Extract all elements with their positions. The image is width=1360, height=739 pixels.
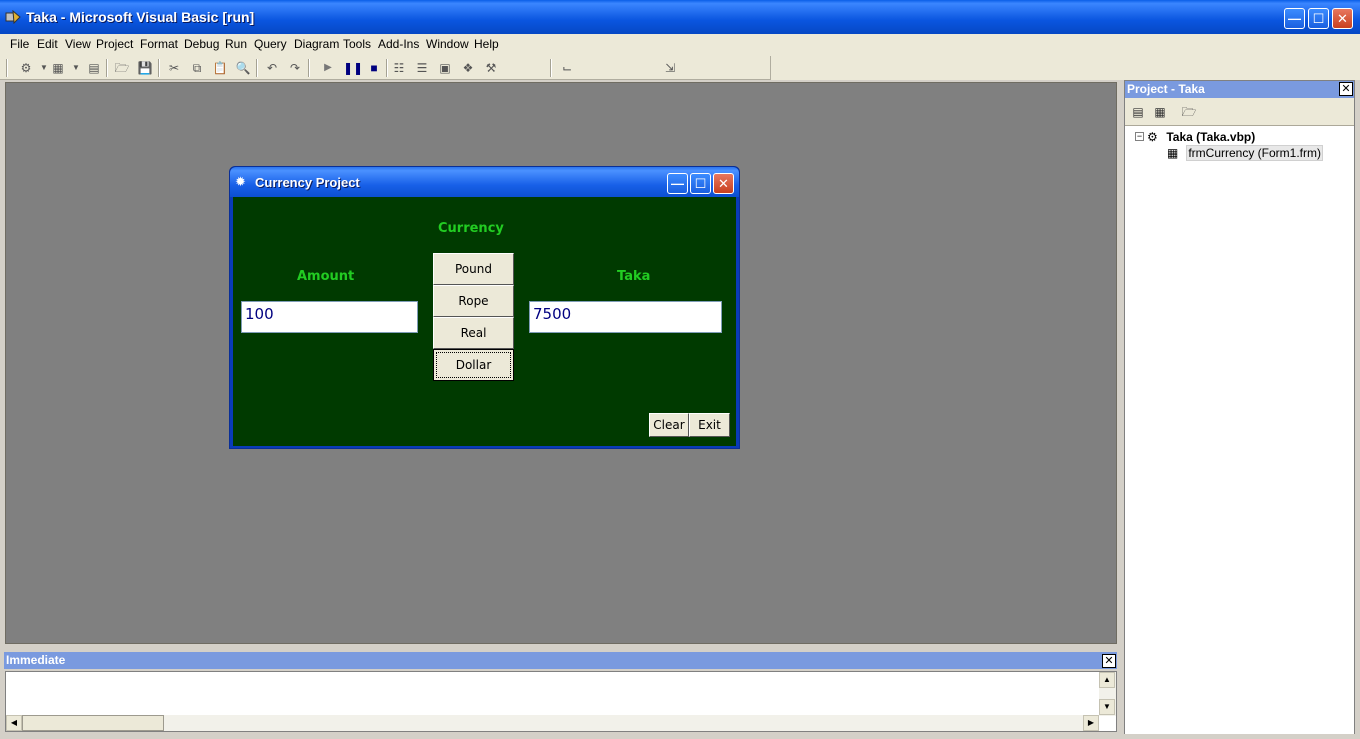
break-icon[interactable]: ❚❚ [343,60,363,76]
scroll-left-icon[interactable]: ◀ [6,715,22,731]
vb-app-icon[interactable] [5,10,21,24]
form-layout-icon[interactable]: ▣ [437,60,453,76]
immediate-vertical-scrollbar[interactable]: ▲ ▼ [1099,672,1116,716]
menu-project[interactable]: Project [96,37,133,51]
view-code-icon[interactable]: ▤ [1130,104,1146,120]
standard-toolbar: ⚙ ▼ ▦ ▼ ▤ 🗁 💾 ✂ ⧉ 📋 🔍 ↶ ↷ ▶ ❚❚ ■ ☷ ☰ ▣ ❖… [0,56,770,80]
view-object-icon[interactable]: ▦ [1152,104,1168,120]
form-icon: ▦ [1167,146,1179,160]
form-title-bar[interactable]: ✹ Currency Project — ☐ ✕ [230,167,739,197]
window-title: Taka - Microsoft Visual Basic [run] [26,9,255,25]
toolbar-separator [550,59,552,77]
menu-format[interactable]: Format [140,37,178,51]
dollar-button-label: Dollar [436,352,511,378]
menu-bar: File Edit View Project Format Debug Run … [0,34,1360,56]
form-minimize-button[interactable]: — [667,173,688,194]
scrollbar-thumb[interactable] [22,715,164,731]
amount-input[interactable]: 100 [241,301,418,333]
project-panel-close-icon[interactable]: ✕ [1339,82,1353,96]
menu-file[interactable]: File [10,37,29,51]
immediate-close-icon[interactable]: ✕ [1102,654,1116,668]
pound-button[interactable]: Pound [433,253,514,285]
redo-icon[interactable]: ↷ [287,60,303,76]
tree-collapse-icon[interactable]: − [1135,132,1144,141]
add-project-icon[interactable]: ⚙ [18,60,34,76]
scroll-down-icon[interactable]: ▼ [1099,699,1115,715]
menu-editor-icon[interactable]: ▤ [86,60,102,76]
real-button[interactable]: Real [433,317,514,349]
project-icon: ⚙ [1147,130,1158,144]
dropdown-arrow-icon[interactable]: ▼ [68,60,84,76]
taka-label: Taka [617,269,651,284]
clear-button[interactable]: Clear [649,413,689,437]
properties-window-icon[interactable]: ☰ [414,60,430,76]
copy-icon[interactable]: ⧉ [189,60,205,76]
form-client-area: Currency Amount Taka 100 7500 Pound Rope… [233,197,736,446]
rope-button[interactable]: Rope [433,285,514,317]
position-icon: ⌙ [561,61,573,75]
toolbox-icon[interactable]: ⚒ [483,60,499,76]
paste-icon[interactable]: 📋 [212,60,228,76]
toolbar-separator [308,59,310,77]
tree-project-root[interactable]: ⚙ Taka (Taka.vbp) [1147,130,1255,144]
amount-label: Amount [297,269,355,284]
project-panel-toolbar: ▤ ▦ 🗁 [1125,98,1354,126]
end-icon[interactable]: ■ [366,60,382,76]
object-browser-icon[interactable]: ❖ [460,60,476,76]
tree-project-root-label: Taka (Taka.vbp) [1166,130,1256,144]
maximize-button[interactable]: ☐ [1308,8,1329,29]
project-explorer-icon[interactable]: ☷ [391,60,407,76]
menu-diagram[interactable]: Diagram [294,37,339,51]
tree-form-item-label: frmCurrency (Form1.frm) [1186,145,1324,161]
toolbar-grip[interactable] [6,59,8,77]
menu-edit[interactable]: Edit [37,37,58,51]
menu-debug[interactable]: Debug [184,37,219,51]
dollar-button[interactable]: Dollar [433,349,514,381]
start-icon[interactable]: ▶ [320,60,336,76]
tree-form-item[interactable]: ▦ frmCurrency (Form1.frm) [1167,145,1324,161]
immediate-horizontal-scrollbar[interactable]: ◀ ▶ [6,715,1099,731]
menu-tools[interactable]: Tools [343,37,371,51]
toolbar-empty-area [770,56,1360,80]
scroll-up-icon[interactable]: ▲ [1099,672,1115,688]
menu-query[interactable]: Query [254,37,287,51]
size-icon: ⇲ [664,61,676,75]
toolbar-separator [158,59,160,77]
open-folder-icon[interactable]: 🗁 [114,60,130,76]
add-form-icon[interactable]: ▦ [50,60,66,76]
minimize-button[interactable]: — [1284,8,1305,29]
toolbar-separator [106,59,108,77]
form-title: Currency Project [255,175,360,190]
exit-button[interactable]: Exit [689,413,730,437]
menu-run[interactable]: Run [225,37,247,51]
scroll-right-icon[interactable]: ▶ [1083,715,1099,731]
immediate-title: Immediate [4,652,1117,669]
currency-form-window: ✹ Currency Project — ☐ ✕ Currency Amount… [229,166,740,449]
save-icon[interactable]: 💾 [137,60,153,76]
toolbar-separator [256,59,258,77]
toggle-folders-icon[interactable]: 🗁 [1181,104,1197,120]
form-maximize-button[interactable]: ☐ [690,173,711,194]
menu-view[interactable]: View [65,37,91,51]
toolbar-separator [386,59,388,77]
form-close-button[interactable]: ✕ [713,173,734,194]
project-panel-title: Project - Taka [1125,81,1354,98]
menu-window[interactable]: Window [426,37,469,51]
project-explorer-panel: Project - Taka ✕ ▤ ▦ 🗁 [1124,80,1355,735]
close-button[interactable]: ✕ [1332,8,1353,29]
currency-label: Currency [438,221,504,236]
menu-addins[interactable]: Add-Ins [378,37,419,51]
taka-input[interactable]: 7500 [529,301,722,333]
find-icon[interactable]: 🔍 [235,60,251,76]
undo-icon[interactable]: ↶ [264,60,280,76]
form-icon[interactable]: ✹ [235,175,249,189]
main-title-bar[interactable]: Taka - Microsoft Visual Basic [run] — ☐ … [0,0,1360,34]
cut-icon[interactable]: ✂ [166,60,182,76]
menu-help[interactable]: Help [474,37,499,51]
status-strip [0,734,1360,739]
